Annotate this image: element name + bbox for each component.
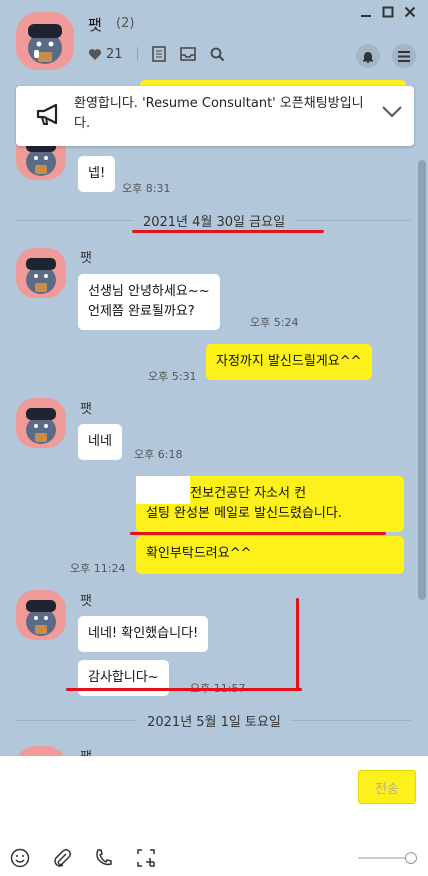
notice-text: 환영합니다. 'Resume Consultant' 오픈채팅방입니다.: [74, 96, 364, 131]
inbox-icon[interactable]: [179, 47, 196, 61]
sender-name: 팻: [80, 746, 92, 756]
hamburger-icon: [398, 50, 410, 62]
header-toolbar: 21: [88, 46, 225, 62]
message-time: 오후 8:31: [122, 182, 171, 195]
date-label: 2021년 4월 30일 금요일: [142, 214, 286, 230]
member-count: (2): [116, 16, 135, 31]
window-controls: [360, 6, 416, 18]
emoji-icon[interactable]: [10, 848, 30, 868]
date-separator: 2021년 5월 1일 토요일: [16, 710, 413, 730]
notice-banner[interactable]: 환영합니다. 'Resume Consultant' 오픈채팅방입니다.: [16, 86, 414, 146]
message-time: 오후 11:24: [70, 562, 126, 575]
notification-button[interactable]: [356, 44, 380, 68]
toolbar-divider: [136, 47, 138, 61]
redaction-box: [136, 476, 190, 504]
notes-icon[interactable]: [151, 46, 166, 62]
attachment-icon[interactable]: [52, 848, 72, 868]
date-label: 2021년 5월 1일 토요일: [147, 714, 281, 730]
room-title: 팻: [88, 16, 102, 34]
message-time: 오후 5:24: [250, 316, 299, 329]
maximize-icon[interactable]: [382, 6, 394, 18]
megaphone-icon: [36, 104, 58, 125]
chevron-down-icon[interactable]: [382, 106, 402, 118]
annotation-underline: [66, 688, 302, 691]
message-time: 오후 5:31: [148, 370, 197, 383]
avatar[interactable]: [16, 590, 66, 640]
message-bubble[interactable]: 선생님 안녕하세요~~ 언제쯤 완료될까요?: [78, 274, 220, 330]
avatar[interactable]: [16, 746, 66, 756]
search-icon[interactable]: [210, 47, 225, 62]
menu-button[interactable]: [392, 44, 416, 68]
capture-icon[interactable]: [136, 848, 156, 868]
message-time: 오후 6:18: [134, 448, 183, 461]
annotation-underline: [132, 230, 324, 233]
minimize-icon[interactable]: [360, 6, 372, 18]
like-count: 21: [106, 46, 123, 62]
chat-header: 팻 (2) 21: [0, 0, 428, 80]
scrollbar[interactable]: [418, 160, 426, 600]
date-separator: 2021년 4월 30일 금요일: [16, 210, 412, 230]
phone-icon[interactable]: [94, 848, 114, 868]
message-bubble[interactable]: 넵!: [78, 156, 116, 192]
message-bubble-mine[interactable]: 자정까지 발신드릴게요^^: [206, 344, 372, 380]
like-button[interactable]: 21: [88, 47, 123, 62]
message-input-area[interactable]: 전송: [0, 756, 428, 876]
annotation-underline: [130, 532, 386, 535]
sender-name: 팻: [80, 251, 92, 266]
message-bubble[interactable]: 네네! 확인했습니다!: [78, 616, 209, 652]
heart-icon: [88, 48, 102, 60]
sender-name: 팻: [80, 594, 92, 609]
send-button[interactable]: 전송: [358, 770, 416, 804]
sender-name: 팻: [80, 402, 92, 417]
chat-messages: 넵! 오후 8:31 2021년 4월 30일 금요일 팻 선생님 안녕하세요~…: [0, 80, 428, 756]
bell-icon: [363, 51, 373, 63]
message-bubble[interactable]: 네네: [78, 424, 122, 460]
input-toolbar: [10, 848, 156, 868]
annotation-bracket: [296, 598, 299, 690]
room-avatar[interactable]: [16, 12, 74, 70]
close-icon[interactable]: [404, 6, 416, 18]
message-bubble-mine[interactable]: 확인부탁드려요^^: [136, 536, 404, 574]
avatar[interactable]: [16, 248, 66, 298]
avatar[interactable]: [16, 398, 66, 448]
opacity-slider-handle[interactable]: [405, 852, 417, 864]
opacity-slider-track[interactable]: [358, 857, 410, 859]
